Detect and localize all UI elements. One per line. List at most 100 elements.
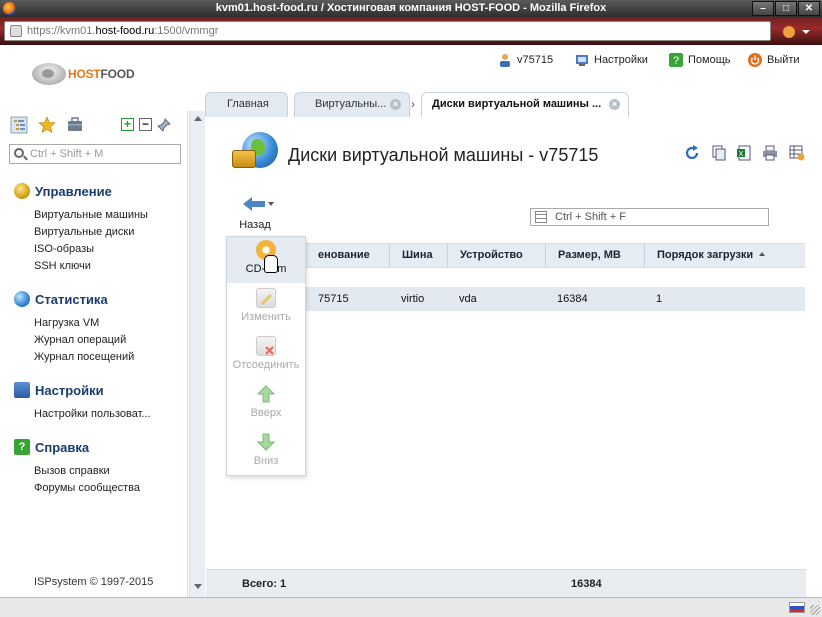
page-title: Диски виртуальной машины - v75715 bbox=[288, 145, 599, 165]
column-device[interactable]: Устройство bbox=[447, 244, 545, 267]
close-tab-icon[interactable]: × bbox=[390, 99, 401, 110]
expand-all-icon[interactable]: + bbox=[121, 118, 134, 131]
hand-cursor-icon bbox=[264, 255, 278, 273]
scroll-up-icon[interactable] bbox=[194, 116, 202, 121]
cell-boot-order: 1 bbox=[656, 293, 663, 305]
language-flag-icon[interactable] bbox=[789, 602, 805, 613]
window-titlebar: kvm01.host-food.ru / Хостинговая компани… bbox=[0, 0, 822, 17]
table-footer: Всего: 1 16384 bbox=[206, 569, 806, 597]
cell-bus: virtio bbox=[401, 293, 425, 305]
maximize-icon[interactable]: □ bbox=[775, 1, 797, 16]
logout-link[interactable]: Выйти bbox=[748, 53, 800, 67]
resize-grip-icon[interactable] bbox=[810, 605, 820, 615]
sidebar-item-forums[interactable]: Форумы сообщества bbox=[14, 480, 140, 497]
column-bus[interactable]: Шина bbox=[389, 244, 447, 267]
pin-icon[interactable] bbox=[157, 118, 171, 132]
sidebar-group-title[interactable]: Настройки bbox=[14, 382, 151, 398]
settings-label: Настройки bbox=[594, 54, 648, 66]
url-suffix: :1500/vmmgr bbox=[154, 25, 219, 37]
table-settings-icon[interactable] bbox=[789, 145, 805, 161]
sidebar-item-ssh-keys[interactable]: SSH ключи bbox=[14, 258, 148, 275]
help-link[interactable]: ? Помощь bbox=[669, 53, 731, 67]
sidebar-group-title[interactable]: Управление bbox=[14, 183, 148, 199]
tree-view-icon[interactable] bbox=[10, 116, 28, 134]
firefox-menu-icon[interactable] bbox=[778, 23, 816, 41]
sidebar-search-input[interactable]: Ctrl + Shift + M bbox=[9, 144, 181, 164]
copy-icon[interactable] bbox=[711, 145, 727, 161]
status-bar bbox=[0, 597, 822, 617]
svg-text:X: X bbox=[739, 151, 744, 158]
logo-text-host: HOST bbox=[68, 67, 101, 81]
tab-virtual-machines[interactable]: Виртуальны... × bbox=[294, 92, 410, 117]
grid-search-input[interactable]: Ctrl + Shift + F bbox=[530, 208, 769, 226]
logo-text-food: FOOD bbox=[100, 67, 135, 81]
firefox-icon[interactable] bbox=[3, 2, 16, 15]
excel-export-icon[interactable]: X bbox=[736, 145, 752, 161]
sidebar-item-user-settings[interactable]: Настройки пользоват... bbox=[14, 406, 151, 423]
sidebar-item-virtual-machines[interactable]: Виртуальные машины bbox=[14, 207, 148, 224]
sidebar-item-visits-log[interactable]: Журнал посещений bbox=[14, 349, 134, 366]
refresh-icon[interactable] bbox=[684, 145, 700, 161]
chevron-down-icon[interactable] bbox=[268, 202, 274, 206]
power-icon bbox=[748, 53, 762, 67]
menu-item-down[interactable]: Вниз bbox=[227, 429, 305, 475]
menu-item-label: CD- bbox=[245, 263, 266, 275]
help-icon: ? bbox=[669, 53, 683, 67]
briefcase-icon[interactable] bbox=[66, 116, 84, 134]
sidebar-expand-controls: + − bbox=[121, 118, 171, 132]
sidebar-item-operations-log[interactable]: Журнал операций bbox=[14, 332, 134, 349]
menu-item-cdrom[interactable]: CD-m bbox=[227, 237, 305, 283]
cell-name: 75715 bbox=[318, 293, 349, 305]
url-host: host-food.ru bbox=[95, 25, 155, 37]
print-icon[interactable] bbox=[762, 145, 778, 161]
sidebar-group-title[interactable]: Статистика bbox=[14, 291, 134, 307]
sidebar-item-virtual-disks[interactable]: Виртуальные диски bbox=[14, 224, 148, 241]
minimize-icon[interactable]: – bbox=[752, 1, 774, 16]
collapse-all-icon[interactable]: − bbox=[139, 118, 152, 131]
edit-icon bbox=[256, 288, 276, 308]
user-icon bbox=[500, 54, 510, 67]
chevron-right-icon: › bbox=[411, 97, 415, 111]
tab-vm-disks[interactable]: Диски виртуальной машины ... × bbox=[421, 92, 629, 117]
menu-item-up[interactable]: Вверх bbox=[227, 381, 305, 427]
logout-label: Выйти bbox=[767, 54, 800, 66]
statistics-globe-icon bbox=[14, 291, 30, 307]
user-name: v75715 bbox=[517, 54, 554, 66]
sidebar-search-placeholder: Ctrl + Shift + M bbox=[30, 148, 104, 160]
settings-link[interactable]: Настройки bbox=[575, 53, 648, 67]
help-question-icon: ? bbox=[14, 439, 30, 455]
site-identity-icon[interactable] bbox=[10, 25, 22, 37]
menu-item-edit[interactable]: Изменить bbox=[227, 285, 305, 331]
sidebar-group-title[interactable]: ? Справка bbox=[14, 439, 140, 455]
sidebar: + − Ctrl + Shift + M Управление Виртуаль… bbox=[0, 111, 188, 597]
back-button[interactable]: Назад bbox=[234, 197, 276, 231]
svg-text:?: ? bbox=[673, 55, 679, 67]
app-header: HOSTFOOD v75715 Настройки ? Помощь Выйти bbox=[0, 45, 822, 92]
close-tab-icon[interactable]: × bbox=[609, 99, 620, 110]
column-boot-order[interactable]: Порядок загрузки bbox=[644, 244, 805, 267]
sidebar-group-help: ? Справка Вызов справки Форумы сообществ… bbox=[14, 439, 140, 497]
sidebar-toolbar bbox=[10, 116, 84, 134]
scroll-down-icon[interactable] bbox=[194, 584, 202, 589]
url-bar[interactable]: https://kvm01.host-food.ru:1500/vmmgr bbox=[4, 21, 771, 41]
sort-ascending-icon bbox=[759, 252, 766, 256]
navigation-bar: https://kvm01.host-food.ru:1500/vmmgr bbox=[0, 17, 822, 45]
column-name[interactable]: енование bbox=[306, 244, 389, 267]
sidebar-item-vm-load[interactable]: Нагрузка VM bbox=[14, 315, 134, 332]
cell-size: 16384 bbox=[557, 293, 588, 305]
help-label: Помощь bbox=[688, 54, 731, 66]
cell-device: vda bbox=[459, 293, 477, 305]
favorites-star-icon[interactable] bbox=[38, 116, 56, 134]
close-icon[interactable]: ✕ bbox=[798, 1, 820, 16]
table-row[interactable]: 75715 virtio vda 16384 1 bbox=[226, 287, 805, 311]
user-link[interactable]: v75715 bbox=[498, 53, 553, 67]
sidebar-item-call-help[interactable]: Вызов справки bbox=[14, 463, 140, 480]
sidebar-scrollbar[interactable] bbox=[189, 111, 205, 597]
menu-item-detach[interactable]: Отсоединить bbox=[227, 333, 305, 379]
url-prefix: https://kvm01. bbox=[27, 25, 96, 37]
column-size[interactable]: Размер, MB bbox=[545, 244, 644, 267]
sidebar-item-iso-images[interactable]: ISO-образы bbox=[14, 241, 148, 258]
tab-home[interactable]: Главная bbox=[205, 92, 288, 117]
sidebar-group-statistics: Статистика Нагрузка VM Журнал операций Ж… bbox=[14, 291, 134, 366]
total-label: Всего: 1 bbox=[242, 578, 287, 590]
